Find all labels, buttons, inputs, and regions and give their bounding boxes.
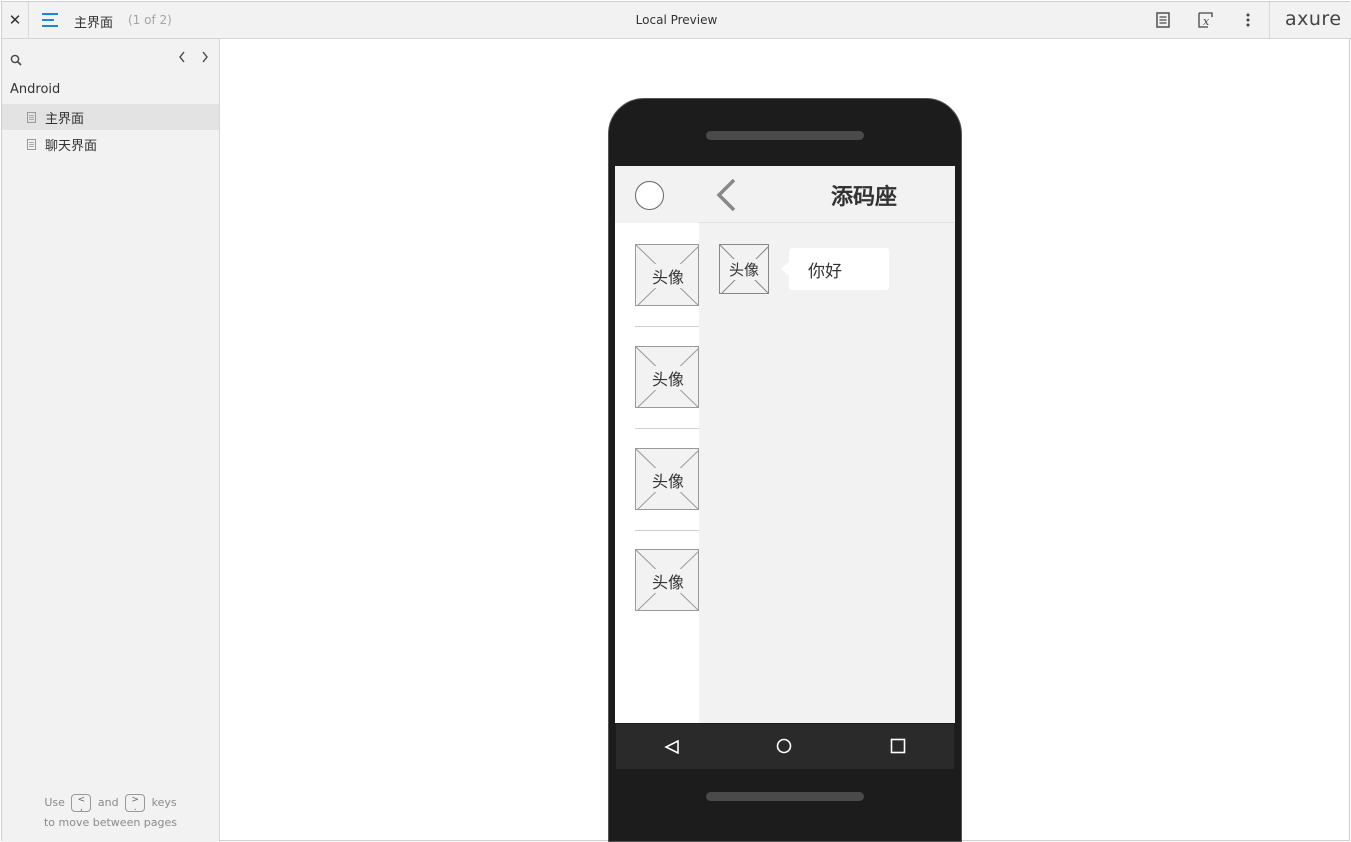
sidebar-item-chat-page[interactable]: 聊天界面: [2, 131, 219, 157]
sidebar-item-label: 聊天界面: [45, 138, 98, 154]
next-page-icon[interactable]: [198, 49, 212, 65]
recents-square-icon[interactable]: [890, 738, 906, 758]
back-triangle-icon[interactable]: [664, 739, 680, 758]
avatar-label: 头像: [648, 366, 688, 390]
phone-screen: 头像 头像 头像 头像 添码座 头像 你好: [615, 166, 955, 723]
pages-sidebar: Android 主界面 聊天界面 Use <, and >. keys to m…: [2, 39, 220, 842]
close-icon[interactable]: ✕: [2, 2, 29, 38]
home-circle-icon[interactable]: [776, 738, 792, 758]
chat-title: 添码座: [831, 185, 898, 210]
avatar-label: 头像: [648, 569, 688, 593]
list-avatar-4[interactable]: 头像: [635, 549, 699, 611]
phone-speaker: [706, 131, 864, 140]
previous-page-icon[interactable]: [175, 49, 189, 65]
profile-circle-icon[interactable]: [635, 181, 664, 210]
notes-icon[interactable]: [1154, 11, 1172, 29]
svg-text:x: x: [1203, 15, 1210, 28]
page-count: (1 of 2): [128, 13, 172, 27]
sitemap-menu-icon[interactable]: [42, 11, 60, 29]
chevron-left-icon[interactable]: [715, 178, 737, 212]
search-icon[interactable]: [10, 51, 24, 66]
toolbar-divider: [1269, 2, 1270, 38]
hint-keys: keys: [151, 796, 177, 809]
list-divider: [635, 530, 699, 531]
prev-key-icon: <,: [71, 794, 92, 813]
sidebar-item-main-page[interactable]: 主界面: [2, 104, 219, 130]
list-divider: [635, 326, 699, 327]
sidebar-item-label: 主界面: [45, 111, 85, 127]
chat-avatar[interactable]: 头像: [719, 244, 769, 294]
current-page-name: 主界面: [74, 16, 114, 31]
page-doc-icon: [27, 111, 36, 123]
message-text: 你好: [808, 262, 842, 282]
chat-header: [699, 166, 955, 223]
list-divider: [635, 428, 699, 429]
list-avatar-1[interactable]: 头像: [635, 244, 699, 306]
next-key-icon: >.: [125, 794, 146, 813]
avatar-label: 头像: [648, 264, 688, 288]
android-nav-bar: [616, 724, 954, 769]
folder-android[interactable]: Android: [10, 82, 60, 97]
page-doc-icon: [27, 138, 36, 150]
hint-and: and: [97, 796, 119, 809]
axure-logo: axure: [1285, 8, 1342, 30]
variables-icon[interactable]: x: [1197, 11, 1215, 29]
window-title: Local Preview: [635, 13, 718, 27]
list-avatar-3[interactable]: 头像: [635, 448, 699, 510]
hint-use: Use: [44, 796, 65, 809]
top-toolbar: ✕ 主界面 (1 of 2) Local Preview x axure: [2, 2, 1351, 39]
more-vertical-icon[interactable]: [1239, 11, 1257, 29]
phone-bottom-speaker: [706, 792, 864, 801]
avatar-label: 头像: [726, 259, 762, 280]
hint-line2: to move between pages: [43, 816, 178, 829]
list-avatar-2[interactable]: 头像: [635, 346, 699, 408]
keyboard-hint: Use <, and >. keys to move between pages: [2, 793, 219, 833]
avatar-label: 头像: [648, 468, 688, 492]
message-bubble: 你好: [781, 248, 889, 290]
